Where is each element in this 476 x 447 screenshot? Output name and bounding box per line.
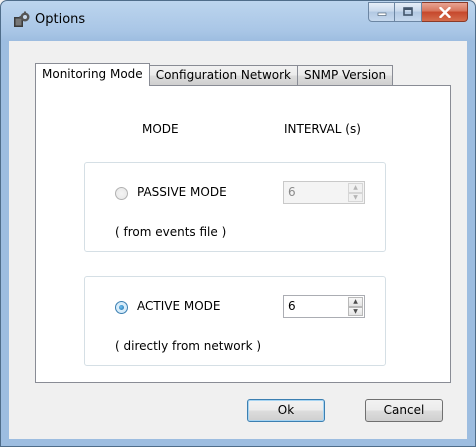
maximize-icon [403,7,413,16]
close-icon [438,6,451,18]
active-spin-buttons: ▲ ▼ [348,297,363,316]
maximize-button[interactable] [395,2,422,22]
tab-configuration-network[interactable]: Configuration Network [149,65,298,85]
window-title: Options [35,12,86,27]
down-arrow-icon[interactable]: ▼ [348,306,363,316]
interval-header: INTERVAL (s) [284,122,361,136]
cancel-button[interactable]: Cancel [365,399,443,422]
up-arrow-icon[interactable]: ▲ [348,297,363,307]
passive-mode-group: PASSIVE MODE 6 ▲ ▼ ( from events file ) [84,162,386,252]
title-bar[interactable]: Options [1,1,475,41]
ok-button[interactable]: Ok [247,399,325,422]
options-window: Options Monitoring Mode Configuration Ne… [0,0,476,447]
active-mode-radio[interactable] [115,301,128,314]
tab-monitoring-mode[interactable]: Monitoring Mode [35,63,150,86]
tab-strip: Monitoring Mode Configuration Network SN… [35,63,394,86]
minimize-icon [377,12,386,16]
passive-interval-value: 6 [288,185,296,199]
dialog-client-area: Monitoring Mode Configuration Network SN… [9,41,467,439]
active-mode-sublabel: ( directly from network ) [115,339,262,353]
down-arrow-icon[interactable]: ▼ [348,192,363,202]
up-arrow-icon[interactable]: ▲ [348,183,363,193]
active-mode-group: ACTIVE MODE 6 ▲ ▼ ( directly from networ… [84,276,386,366]
active-interval-stepper[interactable]: 6 ▲ ▼ [283,295,365,318]
passive-spin-buttons: ▲ ▼ [348,183,363,202]
caption-buttons [368,2,468,22]
mode-header: MODE [142,122,179,136]
passive-mode-radio[interactable] [115,187,128,200]
passive-mode-label: PASSIVE MODE [137,185,227,199]
passive-interval-stepper[interactable]: 6 ▲ ▼ [283,181,365,204]
options-icon [13,11,31,29]
minimize-button[interactable] [368,2,395,22]
active-interval-value: 6 [288,299,296,313]
close-button[interactable] [422,2,468,22]
tab-panel: MODE INTERVAL (s) PASSIVE MODE 6 ▲ ▼ ( f… [35,85,451,383]
tab-snmp-version[interactable]: SNMP Version [298,65,394,85]
active-mode-label: ACTIVE MODE [137,299,221,313]
passive-mode-sublabel: ( from events file ) [115,225,227,239]
